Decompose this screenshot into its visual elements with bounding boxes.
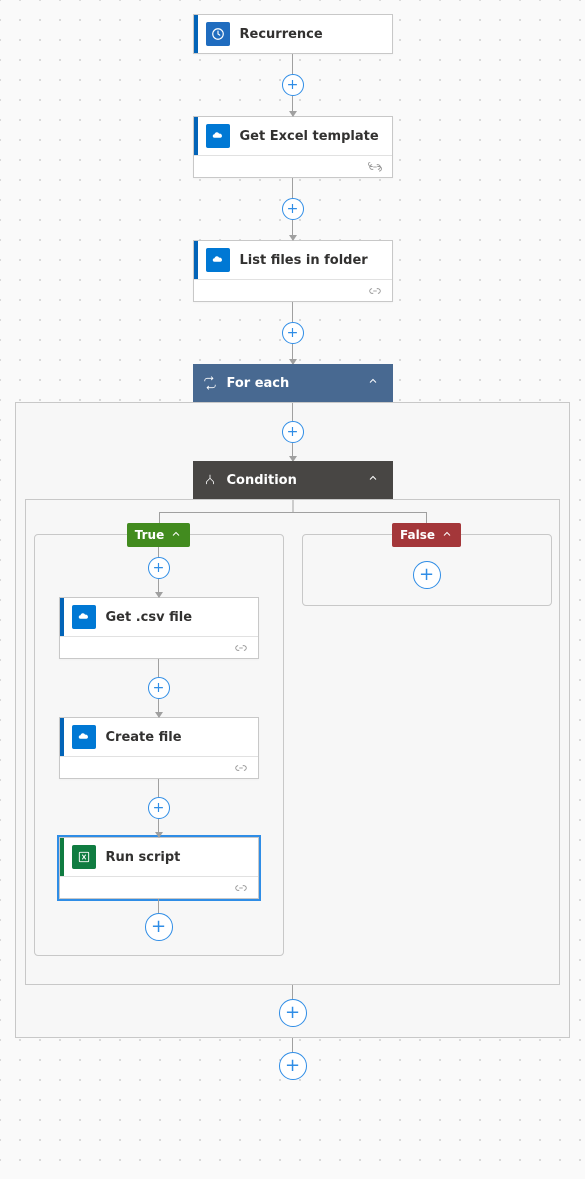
accent-bar xyxy=(194,241,198,279)
link-icon xyxy=(60,636,258,658)
onedrive-icon xyxy=(206,124,230,148)
branch-icon xyxy=(203,473,217,487)
connector: + xyxy=(148,659,170,717)
true-branch: True + xyxy=(34,534,284,956)
loop-icon xyxy=(203,376,217,390)
chevron-up-icon xyxy=(441,528,453,543)
connector xyxy=(292,985,293,999)
true-tag[interactable]: True xyxy=(127,523,190,547)
add-step-button[interactable]: + xyxy=(279,999,307,1027)
add-step-button[interactable]: + xyxy=(282,322,304,344)
chevron-up-icon xyxy=(367,375,379,391)
add-step-button[interactable]: + xyxy=(282,198,304,220)
connector: + xyxy=(282,178,304,240)
true-label: True xyxy=(135,528,164,542)
connector: + xyxy=(282,403,304,461)
condition-container: True + xyxy=(25,499,560,985)
link-icon xyxy=(60,876,258,898)
step-list-files[interactable]: List files in folder xyxy=(193,240,393,302)
step-title: Get .csv file xyxy=(106,610,193,625)
foreach-container: + Condition xyxy=(15,402,570,1038)
accent-bar xyxy=(60,838,64,876)
false-branch: False + xyxy=(302,534,552,606)
link-icon xyxy=(60,756,258,778)
excel-icon xyxy=(72,845,96,869)
connector: + xyxy=(282,54,304,116)
foreach-label: For each xyxy=(227,376,290,391)
step-title: Get Excel template xyxy=(240,129,379,144)
false-tag[interactable]: False xyxy=(392,523,461,547)
condition-header[interactable]: Condition xyxy=(193,461,393,499)
connector: + xyxy=(148,779,170,837)
connector xyxy=(292,1038,293,1052)
add-step-button[interactable]: + xyxy=(148,557,170,579)
step-title: List files in folder xyxy=(240,253,368,268)
onedrive-icon xyxy=(72,725,96,749)
branch-connector xyxy=(159,500,427,534)
step-title: Run script xyxy=(106,850,181,865)
step-title: Recurrence xyxy=(240,27,323,42)
add-step-button[interactable]: + xyxy=(282,74,304,96)
accent-bar xyxy=(194,117,198,155)
chevron-up-icon xyxy=(367,472,379,488)
clock-icon xyxy=(206,22,230,46)
add-step-button[interactable]: + xyxy=(145,913,173,941)
step-get-csv[interactable]: Get .csv file xyxy=(59,597,259,659)
add-step-button[interactable]: + xyxy=(282,421,304,443)
link-icon xyxy=(194,155,392,177)
flow-canvas: Recurrence + Get Excel template + xyxy=(0,14,585,1080)
chevron-up-icon xyxy=(170,528,182,543)
step-title: Create file xyxy=(106,730,182,745)
step-create-file[interactable]: Create file xyxy=(59,717,259,779)
accent-bar xyxy=(60,718,64,756)
add-step-button[interactable]: + xyxy=(148,797,170,819)
onedrive-icon xyxy=(72,605,96,629)
accent-bar xyxy=(60,598,64,636)
condition-label: Condition xyxy=(227,473,297,488)
step-run-script[interactable]: Run script xyxy=(59,837,259,899)
step-get-excel-template[interactable]: Get Excel template xyxy=(193,116,393,178)
false-label: False xyxy=(400,528,435,542)
connector: + xyxy=(282,302,304,364)
accent-bar xyxy=(194,15,198,53)
foreach-header[interactable]: For each xyxy=(193,364,393,402)
add-step-button[interactable]: + xyxy=(148,677,170,699)
add-step-button[interactable]: + xyxy=(413,561,441,589)
onedrive-icon xyxy=(206,248,230,272)
step-recurrence[interactable]: Recurrence xyxy=(193,14,393,54)
connector xyxy=(158,899,159,913)
add-step-button[interactable]: + xyxy=(279,1052,307,1080)
link-icon xyxy=(194,279,392,301)
